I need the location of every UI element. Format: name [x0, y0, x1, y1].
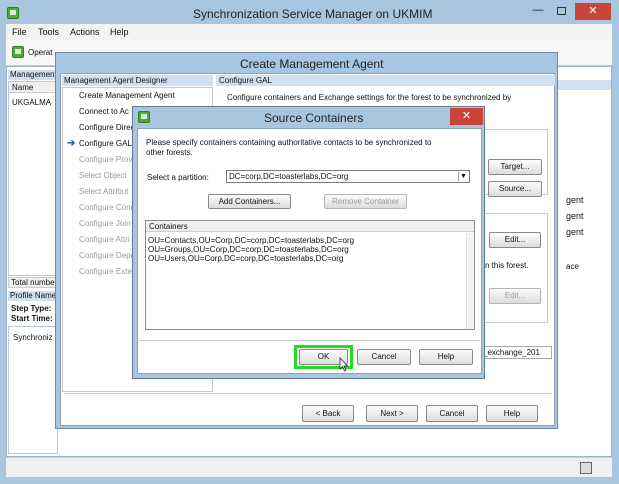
- nav-separator: [64, 393, 552, 394]
- wizard-step: Configure Depr: [79, 251, 134, 260]
- source-containers-title: Source Containers: [264, 111, 364, 125]
- right-fragment-4: ace: [566, 262, 579, 271]
- maximize-icon: [557, 7, 566, 15]
- target-button[interactable]: Target...: [488, 159, 542, 175]
- right-fragment-2: gent: [566, 211, 584, 221]
- menu-tools[interactable]: Tools: [38, 27, 59, 37]
- this-forest-text: n this forest.: [485, 261, 529, 270]
- chevron-down-icon: ▼: [458, 172, 468, 181]
- edit-button-2[interactable]: Edit...: [489, 288, 541, 304]
- maximize-button[interactable]: [551, 4, 573, 19]
- next-button[interactable]: Next >: [366, 405, 418, 422]
- add-containers-button[interactable]: Add Containers...: [208, 194, 291, 209]
- status-bar: [6, 457, 612, 477]
- grid-column-name[interactable]: Name: [9, 82, 57, 93]
- dialog-separator: [139, 340, 480, 341]
- source-containers-app-icon: [138, 111, 150, 123]
- containers-list-header[interactable]: Containers: [146, 221, 474, 232]
- source-containers-close-button[interactable]: ✕: [450, 108, 483, 125]
- management-agents-header: Management: [8, 70, 58, 80]
- wizard-step: Configure Exte: [79, 267, 132, 276]
- configure-gal-header: Configure GAL: [216, 75, 555, 86]
- mouse-cursor-icon: [339, 357, 349, 372]
- menu-help[interactable]: Help: [110, 27, 129, 37]
- close-icon: ✕: [588, 5, 598, 17]
- edit-button-1[interactable]: Edit...: [489, 232, 541, 248]
- app-icon: [7, 7, 19, 19]
- operations-label: Operat: [28, 48, 53, 57]
- step-arrow-icon: ➔: [67, 138, 76, 149]
- wizard-step: Select Attribut: [79, 187, 129, 196]
- container-row[interactable]: OU=Users,OU=Corp,DC=corp,DC=toasterlabs,…: [148, 254, 343, 263]
- container-row[interactable]: OU=Contacts,OU=Corp,DC=corp,DC=toasterla…: [148, 236, 354, 245]
- close-icon: ✕: [461, 110, 472, 122]
- source-containers-dialog: Source Containers ✕ Please specify conta…: [132, 106, 485, 379]
- wizard-step: Configure Join: [79, 219, 131, 228]
- wizard-step[interactable]: Create Management Agent: [79, 91, 175, 100]
- wizard-step[interactable]: Configure Direc: [79, 123, 135, 132]
- back-button[interactable]: < Back: [302, 405, 354, 422]
- profile-name-header: Profile Name: [8, 291, 58, 301]
- step-type-label: Step Type:: [11, 304, 52, 313]
- partition-select[interactable]: DC=corp,DC=toasterlabs,DC=org ▼: [226, 170, 470, 183]
- sync-grid: Synchroniz: [8, 326, 58, 454]
- right-fragment-1: gent: [566, 195, 584, 205]
- source-cancel-button[interactable]: Cancel: [357, 349, 411, 365]
- menu-bar: File Tools Actions Help: [6, 24, 612, 40]
- grid-row-ukgalma[interactable]: UKGALMA: [12, 98, 51, 107]
- wizard-step: Select Object: [79, 171, 127, 180]
- wizard-step[interactable]: Configure GAL: [79, 139, 132, 148]
- wizard-step: Configure Prov: [79, 155, 133, 164]
- cancel-button[interactable]: Cancel: [426, 405, 478, 422]
- agents-grid: Name UKGALMA: [8, 81, 58, 276]
- main-window-title: Synchronization Service Manager on UKMIM: [193, 7, 433, 21]
- container-row[interactable]: OU=Groups,OU=Corp,DC=corp,DC=toasterlabs…: [148, 245, 349, 254]
- resize-grip-icon: [580, 462, 592, 474]
- right-fragment-3: gent: [566, 227, 584, 237]
- menu-file[interactable]: File: [12, 27, 27, 37]
- operations-icon: [12, 46, 24, 58]
- partition-label: Select a partition:: [147, 173, 209, 182]
- configure-gal-description: Configure containers and Exchange settin…: [227, 93, 512, 102]
- total-number-bar: Total number: [8, 277, 58, 288]
- list-scrollbar[interactable]: [466, 233, 474, 329]
- wizard-step: Configure Attri: [79, 235, 130, 244]
- close-button[interactable]: ✕: [575, 3, 611, 20]
- designer-header: Management Agent Designer: [62, 75, 213, 86]
- right-panel-header: [553, 80, 611, 90]
- minimize-icon: —: [532, 4, 544, 16]
- wizard-step: Configure Conn: [79, 203, 136, 212]
- remove-container-button[interactable]: Remove Container: [324, 194, 407, 209]
- exchange-field[interactable]: _exchange_201: [480, 346, 552, 359]
- source-button[interactable]: Source...: [488, 181, 542, 197]
- containers-list: Containers OU=Contacts,OU=Corp,DC=corp,D…: [145, 220, 475, 330]
- wizard-step[interactable]: Connect to Ac: [79, 107, 129, 116]
- partition-value: DC=corp,DC=toasterlabs,DC=org: [229, 172, 349, 181]
- source-help-button[interactable]: Help: [419, 349, 473, 365]
- minimize-button[interactable]: —: [527, 4, 549, 19]
- start-time-label: Start Time:: [11, 314, 53, 323]
- instructions-text: Please specify containers containing aut…: [146, 138, 432, 157]
- help-button[interactable]: Help: [486, 405, 538, 422]
- menu-actions[interactable]: Actions: [70, 27, 100, 37]
- create-ma-title: Create Management Agent: [240, 57, 384, 71]
